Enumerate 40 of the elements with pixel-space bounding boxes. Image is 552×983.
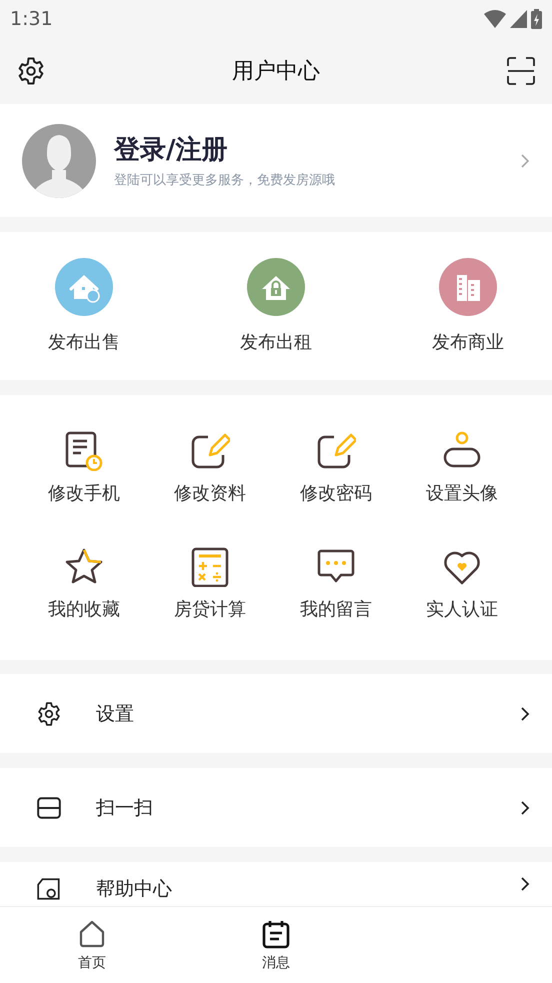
profile-card[interactable]: 登录/注册 登陆可以享受更多服务，免费发房源哦 <box>0 104 552 217</box>
tab-item[interactable]: 消息 <box>236 907 316 983</box>
publish-item[interactable]: 发布出售 <box>40 258 128 354</box>
avatar-icon <box>22 124 96 198</box>
scan-icon <box>36 794 62 820</box>
signal-icon <box>510 10 527 28</box>
chevron-icon <box>520 800 530 816</box>
status-time: 1:31 <box>10 8 53 30</box>
document-clock-icon <box>64 431 104 471</box>
tool-item[interactable]: 实人认证 <box>426 535 498 621</box>
scan-button[interactable] <box>506 56 536 86</box>
menu-row[interactable]: 设置 <box>0 674 552 753</box>
help-icon <box>36 876 62 902</box>
edit-icon <box>190 431 230 471</box>
login-title: 登录/注册 <box>114 134 228 167</box>
tool-item[interactable]: 我的收藏 <box>48 535 120 621</box>
publish-item[interactable]: 发布出租 <box>232 258 320 354</box>
tool-item[interactable]: 修改密码 <box>300 419 372 505</box>
menu-row[interactable]: 帮助中心 <box>0 862 552 906</box>
login-subtitle: 登陆可以享受更多服务，免费发房源哦 <box>114 172 336 189</box>
home-icon <box>77 918 107 948</box>
settings-icon <box>36 700 62 726</box>
calculator-icon <box>190 547 230 587</box>
tool-item[interactable]: 房贷计算 <box>174 535 246 621</box>
wifi-icon <box>484 10 506 28</box>
calendar-icon <box>261 918 291 948</box>
tool-item[interactable]: 修改资料 <box>174 419 246 505</box>
tool-item[interactable]: 我的留言 <box>300 535 372 621</box>
edit-icon <box>316 431 356 471</box>
publish-item[interactable]: 发布商业 <box>424 258 512 354</box>
battery-icon <box>531 9 542 29</box>
chevron-icon <box>520 876 530 892</box>
menu-row[interactable]: 扫一扫 <box>0 768 552 847</box>
settings-button[interactable] <box>16 56 46 86</box>
tab-item[interactable]: 首页 <box>52 907 132 983</box>
page-title: 用户中心 <box>232 58 320 86</box>
tool-item[interactable]: 设置头像 <box>426 419 498 505</box>
tool-item[interactable]: 修改手机 <box>48 419 120 505</box>
chevron-icon <box>520 152 530 168</box>
chevron-icon <box>520 706 530 722</box>
